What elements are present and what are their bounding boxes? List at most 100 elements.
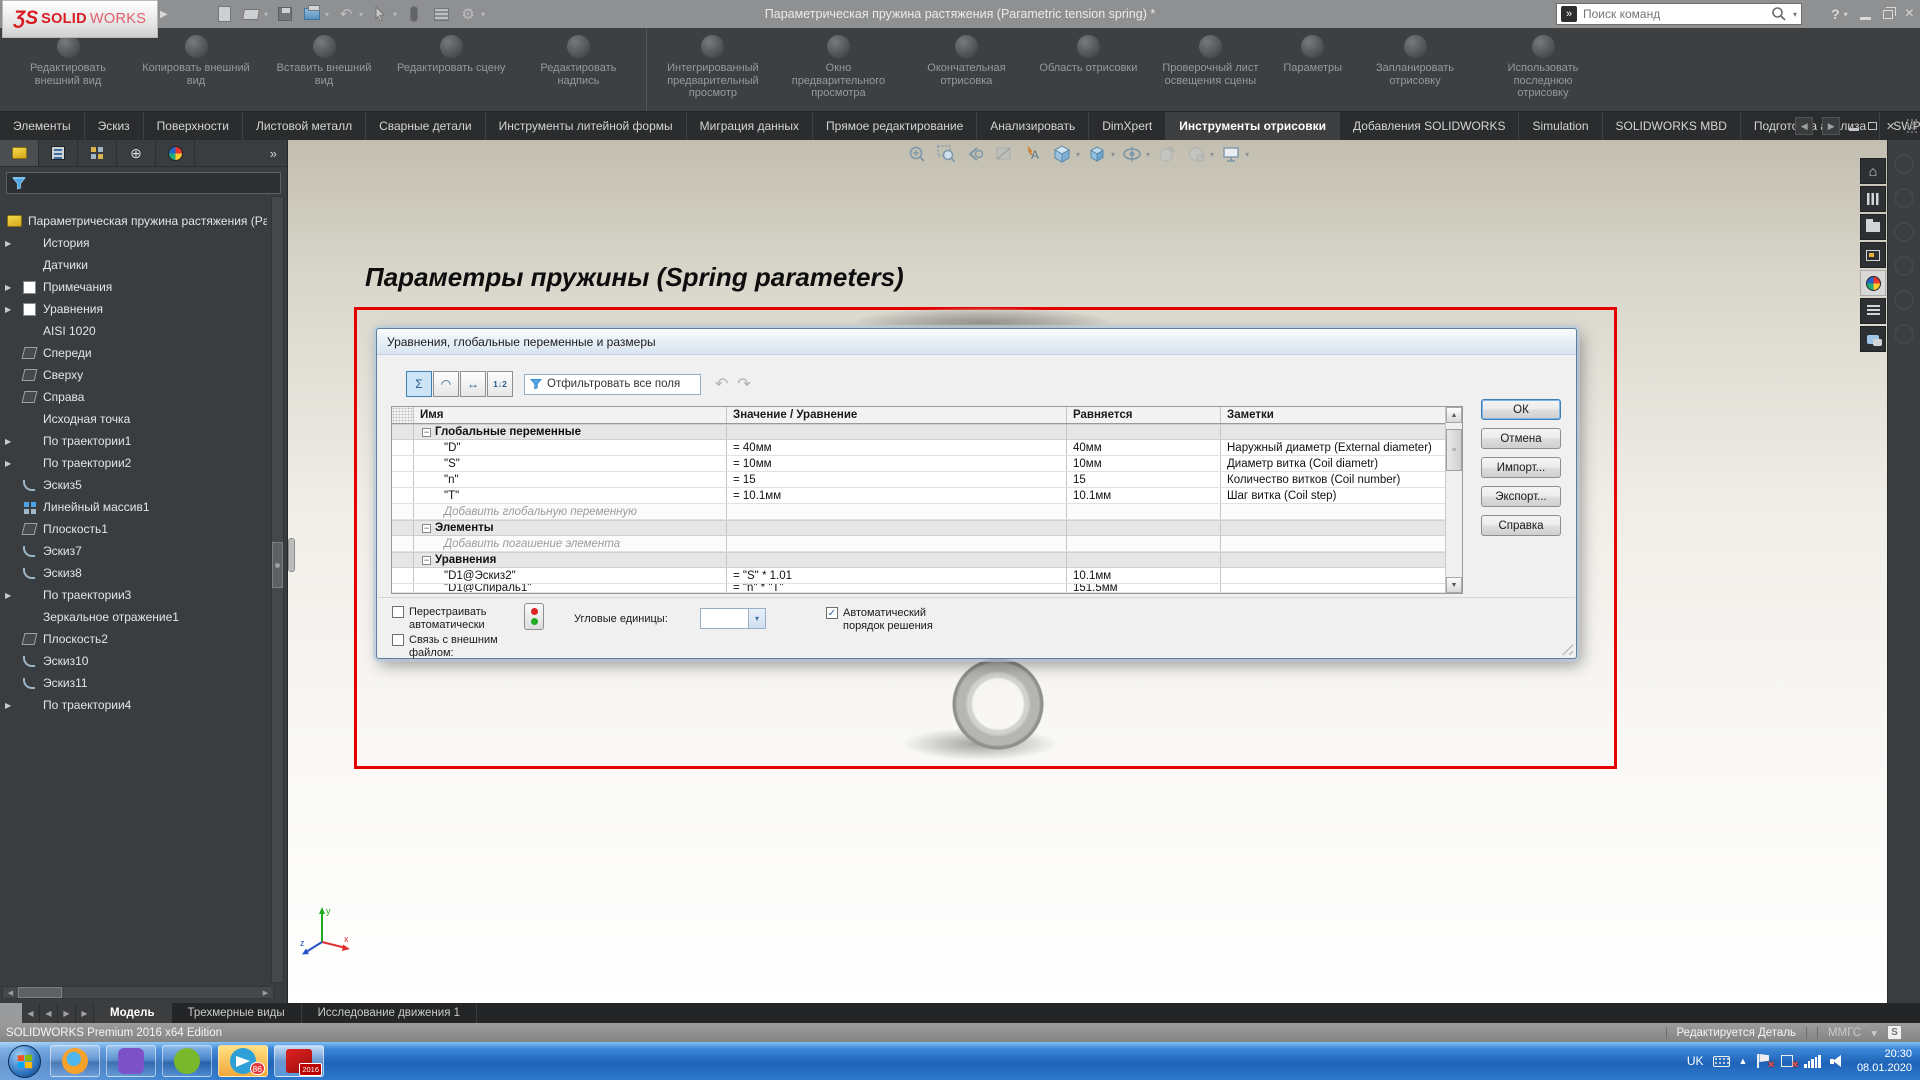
status-units[interactable]: ММГС [1828, 1027, 1861, 1039]
view-settings-icon[interactable] [1219, 142, 1243, 166]
next-tab-icon[interactable]: ▶ [58, 1003, 76, 1023]
new-document-icon[interactable] [214, 4, 234, 24]
print-icon[interactable] [302, 4, 322, 24]
ordered-view-button[interactable]: 1↓2 [487, 371, 513, 397]
dialog-filter-box[interactable]: Отфильтровать все поля [524, 374, 701, 395]
cell-note[interactable] [1221, 553, 1445, 567]
cell-note[interactable]: Наружный диаметр (External diameter) [1221, 440, 1445, 455]
appearances-icon[interactable] [1860, 270, 1886, 296]
scroll-right-icon[interactable]: ▶ [258, 987, 273, 998]
magnet-toggle-icon[interactable] [404, 4, 424, 24]
cell-value[interactable]: = 40мм [727, 440, 1067, 455]
graphics-area[interactable]: A ▾ ▾ ▾ ▾ ▾ Параметры пружины (Spring pa… [288, 140, 1887, 1003]
row-selector[interactable] [392, 472, 414, 487]
design-library-icon[interactable] [1860, 186, 1886, 212]
row-selector[interactable] [392, 568, 414, 583]
document-tab[interactable]: Трехмерные виды [172, 1003, 302, 1023]
tree-item[interactable]: ▶ AISI 1020 [0, 320, 267, 342]
tabs-scroll-left-icon[interactable]: ◀ [1795, 117, 1813, 135]
utorrent-taskbar-button[interactable] [162, 1045, 212, 1077]
minimize-icon[interactable] [1860, 17, 1871, 20]
table-row[interactable]: −Элементы [392, 520, 1445, 536]
dialog-button[interactable]: ОК [1481, 399, 1561, 420]
commandmanager-tab[interactable]: Инструменты отрисовки [1166, 112, 1340, 140]
restore-icon[interactable] [1883, 10, 1893, 19]
tree-item[interactable]: ▶ Исходная точка [0, 408, 267, 430]
ribbon-button[interactable]: Окно предварительного просмотра [774, 28, 902, 111]
task-pane-home-icon[interactable]: ⌂ [1860, 158, 1886, 184]
table-row[interactable]: −Уравнения [392, 552, 1445, 568]
ribbon-button[interactable]: Вставить внешний вид [260, 28, 388, 111]
panel-chevron-icon[interactable]: » [260, 140, 287, 166]
column-header-equals[interactable]: Равняется [1067, 407, 1221, 423]
last-tab-icon[interactable]: ▶ [76, 1003, 94, 1023]
select-pointer-icon[interactable] [370, 4, 390, 24]
hide-show-dropdown-icon[interactable]: ▾ [1146, 150, 1150, 159]
row-selector[interactable] [392, 488, 414, 503]
collapse-icon[interactable]: − [422, 428, 431, 437]
dialog-button[interactable]: Справка [1481, 515, 1561, 536]
ribbon-button[interactable]: Редактировать надпись [514, 28, 642, 111]
rebuild-auto-option[interactable]: Перестраивать автоматически [392, 606, 501, 632]
tree-item[interactable]: ▶ Эскиз10 [0, 650, 267, 672]
traffic-light-icon[interactable] [524, 603, 544, 630]
document-minimize-icon[interactable] [1849, 128, 1859, 131]
cell-note[interactable]: Диаметр витка (Coil diametr) [1221, 456, 1445, 471]
viber-taskbar-button[interactable] [106, 1045, 156, 1077]
cell-note[interactable]: Шаг витка (Coil step) [1221, 488, 1445, 503]
panel-splitter-handle[interactable] [288, 538, 295, 572]
tree-item[interactable]: ▶ Линейный массив1 [0, 496, 267, 518]
help-dropdown-icon[interactable]: ▾ [1844, 10, 1848, 19]
scroll-down-icon[interactable]: ▼ [1446, 577, 1462, 593]
dialog-redo-icon[interactable]: ↷ [737, 374, 750, 394]
tab-displaymanager[interactable] [156, 140, 195, 166]
tabs-scroll-right-icon[interactable]: ▶ [1822, 117, 1840, 135]
expand-arrow-icon[interactable]: ▶ [5, 459, 17, 468]
units-dropdown-icon[interactable]: ▾ [1871, 1026, 1877, 1040]
table-row[interactable]: −"D" = 40мм 40мм Наружный диаметр (Exter… [392, 440, 1445, 456]
document-tab[interactable]: Исследование движения 1 [302, 1003, 477, 1023]
expand-arrow-icon[interactable]: ▶ [5, 305, 17, 314]
row-selector[interactable] [392, 504, 414, 519]
dialog-undo-icon[interactable]: ↶ [715, 374, 728, 394]
expand-arrow-icon[interactable]: ▶ [5, 239, 17, 248]
scrollbar-thumb[interactable]: ≡ [1446, 429, 1462, 471]
tray-expand-icon[interactable]: ▲ [1739, 1056, 1748, 1066]
auto-order-option[interactable]: ✓ Автоматический порядок решения [826, 607, 953, 633]
tree-item[interactable]: ▶ Уравнения [0, 298, 267, 320]
equation-view-button[interactable]: Σ [406, 371, 432, 397]
cell-value[interactable] [727, 536, 1067, 551]
cell-note[interactable] [1221, 584, 1445, 592]
options-gear-icon[interactable]: ⚙ [458, 4, 478, 24]
tree-item[interactable]: ▶ По траектории4 [0, 694, 267, 716]
scrollbar-thumb[interactable] [18, 987, 62, 998]
tree-item[interactable]: ▶ По траектории1 [0, 430, 267, 452]
open-dropdown-icon[interactable]: ▾ [264, 10, 268, 19]
commandmanager-tab[interactable]: Анализировать [977, 112, 1089, 140]
tree-filter-box[interactable] [6, 172, 281, 194]
combo-dropdown-icon[interactable]: ▾ [748, 609, 765, 628]
firefox-taskbar-button[interactable] [50, 1045, 100, 1077]
forum-icon[interactable] [1860, 326, 1886, 352]
row-selector[interactable] [392, 536, 414, 551]
dialog-button[interactable]: Импорт... [1481, 457, 1561, 478]
dialog-button[interactable]: Экспорт... [1481, 486, 1561, 507]
commandmanager-tab[interactable]: Элементы [0, 112, 85, 140]
dialog-titlebar[interactable]: Уравнения, глобальные переменные и разме… [377, 329, 1576, 355]
scroll-up-icon[interactable]: ▲ [1446, 407, 1462, 423]
commandmanager-tab[interactable]: SOLIDWORKS MBD [1603, 112, 1741, 140]
start-button[interactable] [8, 1045, 41, 1078]
ribbon-button[interactable]: Проверочный лист освещения сцены [1146, 28, 1274, 111]
cell-note[interactable] [1221, 536, 1445, 551]
column-header-notes[interactable]: Заметки [1221, 407, 1445, 423]
volume-icon[interactable] [1830, 1055, 1845, 1068]
save-icon[interactable] [275, 4, 295, 24]
expand-arrow-icon[interactable]: ▶ [5, 701, 17, 710]
commandmanager-tab[interactable]: Добавления SOLIDWORKS [1340, 112, 1520, 140]
cell-value[interactable]: = "n" * "T" [727, 584, 1067, 592]
keyboard-layout-icon[interactable] [1713, 1056, 1730, 1067]
commandmanager-tab[interactable]: Поверхности [144, 112, 243, 140]
row-selector[interactable] [392, 456, 414, 471]
tree-item[interactable]: ▶ Эскиз11 [0, 672, 267, 694]
prev-tab-icon[interactable]: ◀ [40, 1003, 58, 1023]
